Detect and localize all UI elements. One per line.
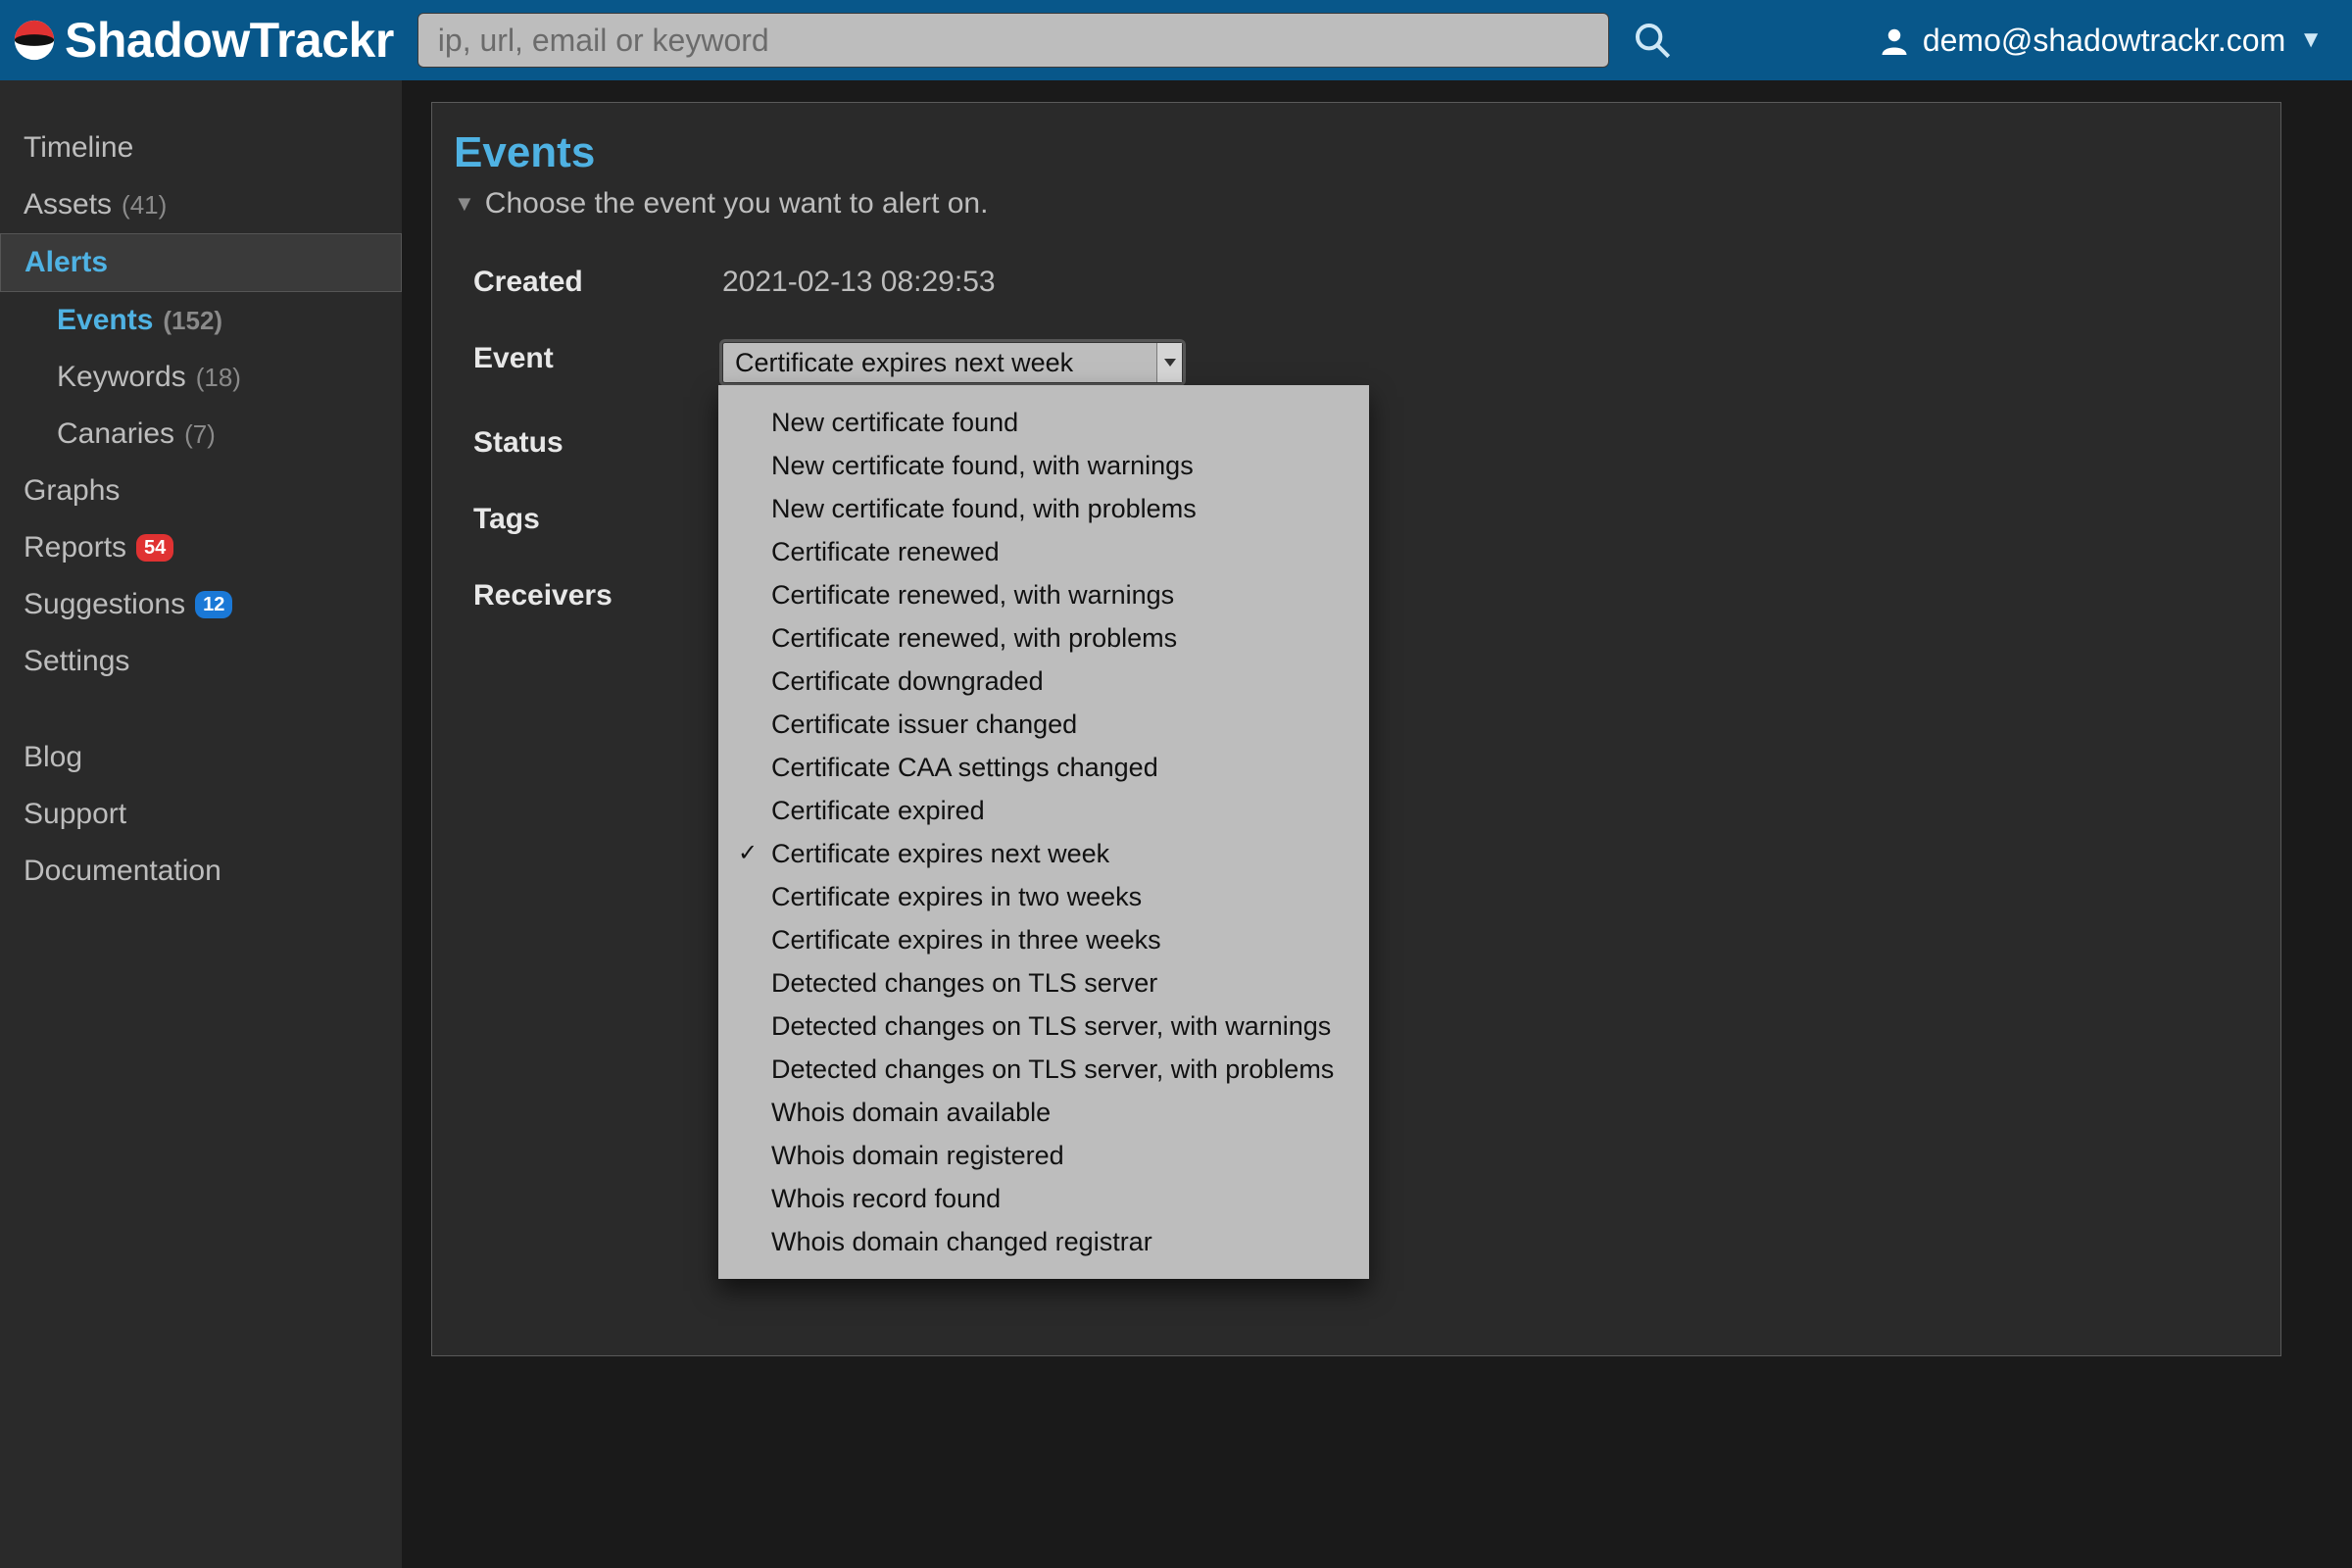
- event-option[interactable]: Certificate downgraded: [718, 660, 1369, 703]
- sidebar: Timeline Assets (41) Alerts Events (152)…: [0, 80, 402, 1568]
- chevron-down-icon: ▼: [454, 191, 475, 217]
- sidebar-item-label: Canaries: [57, 417, 174, 451]
- chevron-down-icon: ▼: [2299, 26, 2323, 54]
- search-input[interactable]: [417, 13, 1609, 68]
- sidebar-item-timeline[interactable]: Timeline: [0, 120, 402, 176]
- sidebar-item-events[interactable]: Events (152): [0, 292, 402, 349]
- sidebar-item-label: Alerts: [24, 246, 108, 279]
- event-option[interactable]: Whois domain registered: [718, 1134, 1369, 1177]
- sidebar-item-settings[interactable]: Settings: [0, 633, 402, 690]
- event-option[interactable]: Certificate expires next week: [718, 832, 1369, 875]
- sidebar-item-label: Support: [24, 798, 126, 831]
- sidebar-item-label: Keywords: [57, 361, 186, 394]
- sidebar-item-label: Events: [57, 304, 153, 337]
- event-option[interactable]: Certificate issuer changed: [718, 703, 1369, 746]
- event-option[interactable]: Certificate renewed: [718, 530, 1369, 573]
- sidebar-item-label: Reports: [24, 531, 126, 564]
- brand-text: ShadowTrackr: [65, 12, 394, 69]
- event-option[interactable]: Whois record found: [718, 1177, 1369, 1220]
- panel-subtitle-toggle[interactable]: ▼ Choose the event you want to alert on.: [454, 187, 2259, 220]
- event-option[interactable]: Certificate CAA settings changed: [718, 746, 1369, 789]
- row-event: Event Certificate expires next week New …: [454, 320, 2259, 405]
- events-panel: Events ▼ Choose the event you want to al…: [431, 102, 2281, 1356]
- event-option[interactable]: New certificate found, with warnings: [718, 444, 1369, 487]
- reports-badge: 54: [136, 534, 173, 562]
- sidebar-item-label: Settings: [24, 645, 129, 678]
- page-title: Events: [454, 128, 2259, 177]
- sidebar-item-keywords[interactable]: Keywords (18): [0, 349, 402, 406]
- event-option[interactable]: Detected changes on TLS server, with pro…: [718, 1048, 1369, 1091]
- event-option[interactable]: Detected changes on TLS server: [718, 961, 1369, 1004]
- label-receivers: Receivers: [454, 579, 707, 612]
- sidebar-item-support[interactable]: Support: [0, 786, 402, 843]
- label-created: Created: [454, 266, 707, 299]
- sidebar-item-label: Timeline: [24, 131, 133, 165]
- label-status: Status: [454, 426, 707, 460]
- event-option[interactable]: Detected changes on TLS server, with war…: [718, 1004, 1369, 1048]
- sidebar-item-count: (7): [184, 419, 216, 450]
- sidebar-item-count: (41): [122, 190, 167, 220]
- sidebar-item-count: (18): [196, 363, 241, 393]
- panel-subtitle-text: Choose the event you want to alert on.: [485, 187, 989, 220]
- event-option[interactable]: Certificate renewed, with warnings: [718, 573, 1369, 616]
- app-header: ShadowTrackr demo@shadowtrackr.com ▼: [0, 0, 2352, 80]
- sidebar-item-label: Blog: [24, 741, 82, 774]
- event-option[interactable]: Certificate expires in two weeks: [718, 875, 1369, 918]
- event-dropdown: New certificate foundNew certificate fou…: [718, 385, 1369, 1279]
- value-created: 2021-02-13 08:29:53: [722, 266, 996, 299]
- sidebar-item-label: Assets: [24, 188, 112, 221]
- event-select-value: Certificate expires next week: [735, 348, 1073, 378]
- content-area: Events ▼ Choose the event you want to al…: [402, 80, 2352, 1568]
- event-select-wrap: Certificate expires next week New certif…: [722, 342, 1183, 383]
- search-icon[interactable]: [1633, 21, 1672, 60]
- sidebar-item-blog[interactable]: Blog: [0, 729, 402, 786]
- user-menu[interactable]: demo@shadowtrackr.com ▼: [1880, 23, 2338, 59]
- label-event: Event: [454, 342, 707, 375]
- brand[interactable]: ShadowTrackr: [14, 12, 394, 69]
- user-email: demo@shadowtrackr.com: [1923, 23, 2285, 59]
- event-option[interactable]: New certificate found: [718, 401, 1369, 444]
- event-option[interactable]: Certificate renewed, with problems: [718, 616, 1369, 660]
- sidebar-item-canaries[interactable]: Canaries (7): [0, 406, 402, 463]
- event-option[interactable]: Certificate expired: [718, 789, 1369, 832]
- sidebar-item-documentation[interactable]: Documentation: [0, 843, 402, 900]
- search-wrap: [417, 13, 1672, 68]
- sidebar-item-alerts[interactable]: Alerts: [0, 233, 402, 292]
- user-icon: [1880, 25, 1909, 55]
- chevron-down-icon: [1156, 343, 1182, 382]
- sidebar-item-label: Suggestions: [24, 588, 185, 621]
- event-select[interactable]: Certificate expires next week: [722, 342, 1183, 383]
- event-option[interactable]: Certificate expires in three weeks: [718, 918, 1369, 961]
- event-option[interactable]: New certificate found, with problems: [718, 487, 1369, 530]
- event-option[interactable]: Whois domain available: [718, 1091, 1369, 1134]
- sidebar-item-reports[interactable]: Reports 54: [0, 519, 402, 576]
- label-tags: Tags: [454, 503, 707, 536]
- sidebar-item-suggestions[interactable]: Suggestions 12: [0, 576, 402, 633]
- suggestions-badge: 12: [195, 591, 232, 618]
- sidebar-item-count: (152): [163, 306, 222, 336]
- sidebar-item-label: Graphs: [24, 474, 120, 508]
- sidebar-item-graphs[interactable]: Graphs: [0, 463, 402, 519]
- sidebar-item-label: Documentation: [24, 855, 221, 888]
- row-created: Created 2021-02-13 08:29:53: [454, 244, 2259, 320]
- event-option[interactable]: Whois domain changed registrar: [718, 1220, 1369, 1263]
- logo-icon: [14, 20, 55, 61]
- sidebar-item-assets[interactable]: Assets (41): [0, 176, 402, 233]
